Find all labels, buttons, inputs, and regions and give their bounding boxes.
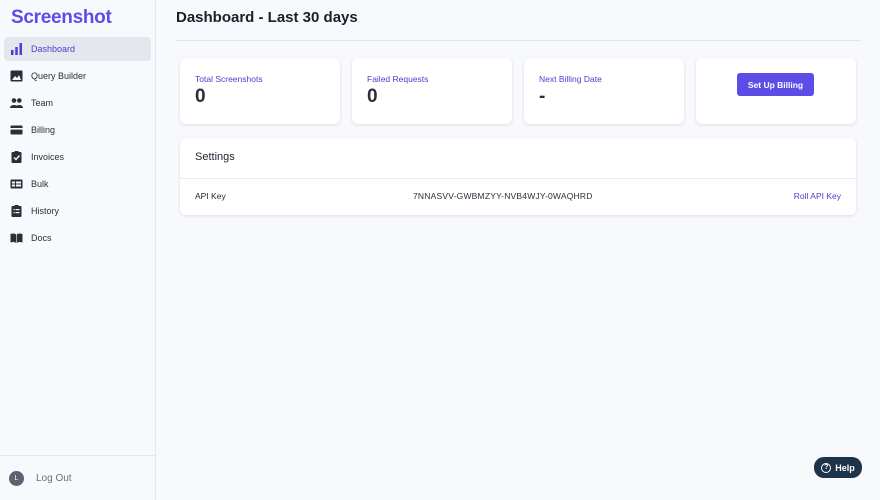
stat-card-next-billing-date: Next Billing Date - [524,58,684,124]
book-icon [10,232,23,244]
avatar[interactable]: L [9,470,24,486]
stat-value: 0 [195,86,206,107]
sidebar-item-invoices[interactable]: Invoices [4,145,151,169]
sidebar-item-team[interactable]: Team [4,91,151,115]
sidebar-item-label: Query Builder [31,71,87,81]
api-key-label: API Key [195,191,226,201]
sidebar: Screenshot Dashboard Query Builder Team … [0,0,156,500]
sidebar-nav: Dashboard Query Builder Team Billing Inv… [4,37,151,253]
sidebar-item-label: History [31,206,60,216]
sidebar-item-label: Invoices [31,152,65,162]
billing-card: Set Up Billing [696,58,856,124]
stat-label: Total Screenshots [195,74,263,84]
sidebar-item-docs[interactable]: Docs [4,226,151,250]
sidebar-item-label: Docs [31,233,52,243]
sidebar-item-history[interactable]: History [4,199,151,223]
roll-api-key-link[interactable]: Roll API Key [794,191,841,201]
sidebar-item-query-builder[interactable]: Query Builder [4,64,151,88]
stat-card-total-screenshots: Total Screenshots 0 [180,58,340,124]
stat-label: Failed Requests [367,74,429,84]
settings-card: Settings API Key 7NNASVV-GWBMZYY-NVB4WJY… [180,138,856,215]
logout-link[interactable]: Log Out [36,473,72,484]
clipboard-check-icon [10,151,23,163]
sidebar-item-label: Team [31,98,54,108]
question-icon: ? [821,462,832,473]
sidebar-item-bulk[interactable]: Bulk [4,172,151,196]
image-icon [10,70,23,82]
sidebar-item-dashboard[interactable]: Dashboard [4,37,151,61]
help-button[interactable]: ? Help [814,457,862,478]
settings-divider [180,178,856,179]
stat-label: Next Billing Date [539,74,602,84]
sidebar-footer: L Log Out [0,455,155,500]
api-key-value: 7NNASVV-GWBMZYY-NVB4WJY-0WAQHRD [413,191,593,201]
sidebar-item-label: Billing [31,125,56,135]
help-label: Help [835,462,855,473]
stat-value: 0 [367,86,378,107]
clipboard-list-icon [10,205,23,217]
settings-title: Settings [195,151,235,163]
page-title: Dashboard - Last 30 days [176,9,358,26]
title-divider [176,40,861,41]
people-icon [10,97,23,109]
sidebar-item-billing[interactable]: Billing [4,118,151,142]
stat-value: - [539,86,546,107]
table-icon [10,178,23,190]
sidebar-item-label: Dashboard [31,44,76,54]
app-logo[interactable]: Screenshot [11,7,112,29]
bar-chart-icon [10,43,23,55]
stat-card-failed-requests: Failed Requests 0 [352,58,512,124]
sidebar-item-label: Bulk [31,179,49,189]
credit-card-icon [10,124,23,136]
set-up-billing-button[interactable]: Set Up Billing [737,73,814,96]
